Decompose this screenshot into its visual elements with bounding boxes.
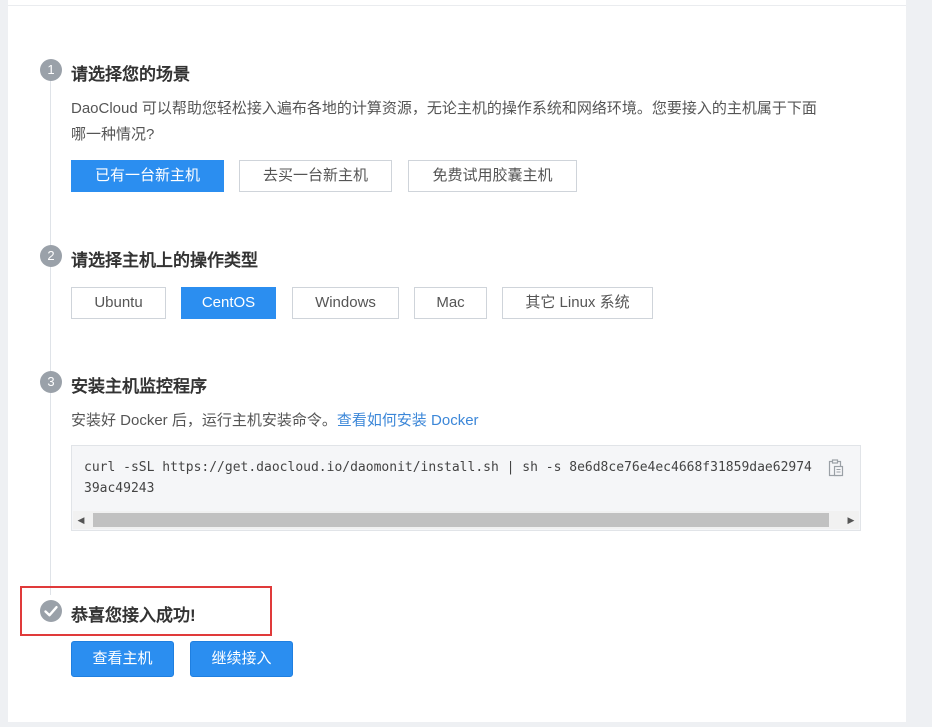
scenario-capsule-host-button[interactable]: 免费试用胶囊主机 (408, 160, 577, 192)
step-3-description-text: 安装好 Docker 后，运行主机安装命令。 (71, 412, 337, 429)
step-1-description-line2: 哪一种情况? (71, 126, 155, 143)
scrollbar-thumb[interactable] (93, 513, 829, 527)
step-3-description: 安装好 Docker 后，运行主机安装命令。查看如何安装 Docker (71, 407, 479, 434)
step-connector-line (50, 80, 51, 595)
step-1-description-line1: DaoCloud 可以帮助您轻松接入遍布各地的计算资源，无论主机的操作系统和网络… (71, 100, 817, 117)
scenario-existing-host-button[interactable]: 已有一台新主机 (71, 160, 224, 192)
install-docker-link[interactable]: 查看如何安装 Docker (337, 412, 479, 429)
clipboard-icon[interactable] (828, 459, 844, 477)
success-title: 恭喜您接入成功! (71, 606, 196, 625)
step-3-title: 安装主机监控程序 (71, 377, 207, 396)
step-2-title: 请选择主机上的操作类型 (71, 251, 258, 270)
step-2-badge: 2 (40, 245, 62, 267)
check-circle-icon (40, 600, 62, 622)
install-command-box: curl -sSL https://get.daocloud.io/daomon… (71, 445, 861, 531)
step-1-badge: 1 (40, 59, 62, 81)
step-3-badge: 3 (40, 371, 62, 393)
command-horizontal-scrollbar[interactable]: ◀ ▶ (73, 511, 859, 529)
view-host-button[interactable]: 查看主机 (71, 641, 174, 677)
os-mac-button[interactable]: Mac (414, 287, 487, 319)
continue-connect-button[interactable]: 继续接入 (190, 641, 293, 677)
install-command-text[interactable]: curl -sSL https://get.daocloud.io/daomon… (84, 457, 819, 499)
os-other-linux-button[interactable]: 其它 Linux 系统 (502, 287, 653, 319)
step-1-title: 请选择您的场景 (71, 65, 190, 84)
os-ubuntu-button[interactable]: Ubuntu (71, 287, 166, 319)
os-centos-button[interactable]: CentOS (181, 287, 276, 319)
right-gutter (906, 0, 932, 727)
scroll-right-icon[interactable]: ▶ (843, 511, 859, 529)
scroll-left-icon[interactable]: ◀ (73, 511, 89, 529)
os-windows-button[interactable]: Windows (292, 287, 399, 319)
scenario-buy-host-button[interactable]: 去买一台新主机 (239, 160, 392, 192)
